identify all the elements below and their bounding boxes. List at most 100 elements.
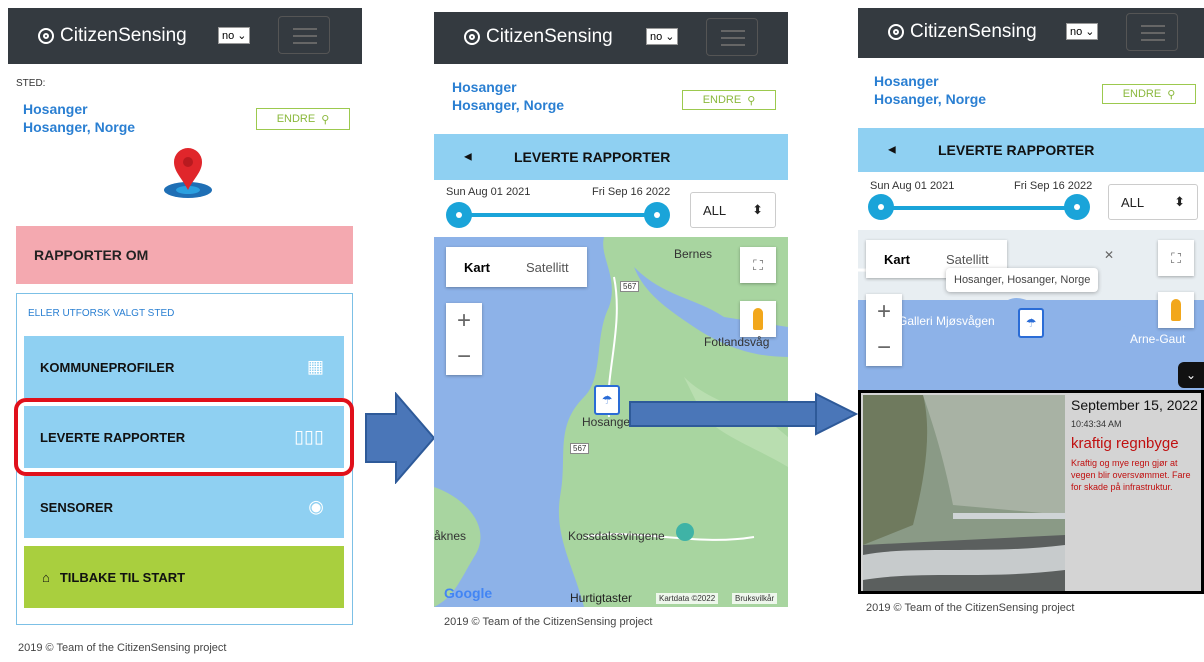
- location-popup: Hosanger, Hosanger, Norge: [946, 268, 1099, 292]
- tab-map[interactable]: Kart: [446, 247, 508, 287]
- date-end-handle[interactable]: [644, 202, 670, 228]
- back-icon[interactable]: ◀: [464, 152, 472, 163]
- pin-icon: ⚲: [747, 94, 756, 107]
- home-icon: ⌂: [42, 569, 50, 585]
- reports-header: ◀ LEVERTE RAPPORTER: [434, 134, 788, 180]
- language-value: no: [222, 29, 235, 42]
- brand-logo[interactable]: CitizenSensing: [38, 25, 187, 47]
- map-data-attribution: Kartdata ©2022: [656, 593, 719, 604]
- road-badge: 567: [570, 443, 590, 454]
- language-value: no: [1070, 25, 1083, 38]
- report-time: 10:43:34 AM: [1071, 419, 1122, 429]
- zoom-out-icon[interactable]: −: [866, 330, 902, 366]
- brand-logo[interactable]: CitizenSensing: [888, 21, 1037, 43]
- screen-report-detail: CitizenSensing no ⌄ Hosanger Hosanger, No…: [858, 8, 1204, 628]
- footer: 2019 © Team of the CitizenSensing projec…: [18, 642, 227, 654]
- pin-icon: ⚲: [321, 113, 330, 126]
- report-map[interactable]: Kart Satellitt Hosanger, Hosanger, Norge…: [858, 230, 1204, 390]
- map-label-fotland: Fotlandsvåg: [704, 335, 770, 349]
- google-logo: Google: [444, 585, 493, 601]
- filter-value: ALL: [703, 202, 727, 218]
- map-type-tabs: Kart Satellitt: [446, 247, 587, 287]
- date-start: Sun Aug 01 2021: [446, 186, 531, 198]
- building-icon: ▦: [306, 356, 324, 377]
- menu-toggle-button[interactable]: [1126, 13, 1178, 51]
- menu-label: KOMMUNEPROFILER: [40, 359, 175, 375]
- date-range-track[interactable]: [882, 206, 1078, 210]
- popup-text: Hosanger, Hosanger, Norge: [954, 274, 1091, 286]
- menu-toggle-button[interactable]: [706, 18, 758, 56]
- filter-select[interactable]: ALL ⬍: [690, 192, 776, 228]
- reports-title: LEVERTE RAPPORTER: [938, 142, 1095, 158]
- zoom-controls: + −: [446, 303, 482, 375]
- place-marker-icon[interactable]: [676, 523, 694, 541]
- date-start-handle[interactable]: [446, 202, 472, 228]
- zoom-in-icon[interactable]: +: [866, 294, 902, 330]
- location-name: Hosanger: [874, 73, 939, 89]
- chevron-down-icon: ⌄: [1085, 26, 1095, 38]
- reports-title: LEVERTE RAPPORTER: [514, 149, 671, 165]
- back-to-start-button[interactable]: ⌂ TILBAKE TIL START: [24, 546, 344, 608]
- language-select[interactable]: no ⌄: [218, 27, 251, 44]
- change-location-button[interactable]: ENDRE ⚲: [256, 108, 350, 130]
- sensors-button[interactable]: SENSORER ◉: [24, 476, 344, 538]
- sort-icon: ⬍: [752, 202, 763, 217]
- menu-toggle-button[interactable]: [278, 16, 330, 54]
- explore-label: ELLER UTFORSK VALGT STED: [28, 308, 175, 319]
- screen-reports-map: CitizenSensing no ⌄ Hosanger Hosanger, No…: [434, 12, 788, 640]
- tab-map[interactable]: Kart: [866, 240, 928, 278]
- location-name: Hosanger: [23, 101, 88, 117]
- filter-value: ALL: [1121, 194, 1145, 210]
- chevron-down-icon: ⌄: [237, 30, 247, 42]
- filter-select[interactable]: ALL ⬍: [1108, 184, 1198, 220]
- screen-location-menu: CitizenSensing no ⌄ STED: Hosanger Hosang…: [8, 8, 362, 662]
- street-view-icon[interactable]: [1158, 292, 1194, 328]
- fullscreen-icon[interactable]: ⛶: [740, 247, 776, 283]
- brand-name: CitizenSensing: [486, 26, 613, 47]
- language-select[interactable]: no ⌄: [1066, 23, 1099, 40]
- sensor-logo-icon: [888, 24, 904, 40]
- location-full: Hosanger, Norge: [452, 97, 565, 113]
- keyboard-shortcuts-link[interactable]: Hurtigtaster: [570, 591, 632, 605]
- footer: 2019 © Team of the CitizenSensing projec…: [866, 602, 1075, 614]
- zoom-in-icon[interactable]: +: [446, 303, 482, 339]
- zoom-out-icon[interactable]: −: [446, 339, 482, 375]
- chevron-down-icon[interactable]: ⌄: [1178, 362, 1204, 388]
- street-view-icon[interactable]: [740, 301, 776, 337]
- location-label: STED:: [16, 78, 46, 89]
- map-label-arne: Arne-Gaut: [1130, 332, 1186, 346]
- date-end-handle[interactable]: [1064, 194, 1090, 220]
- menu-label: SENSORER: [40, 499, 113, 515]
- report-marker-icon[interactable]: ☂: [594, 385, 620, 415]
- report-marker-icon[interactable]: ☂: [1018, 308, 1044, 338]
- report-photo: [863, 395, 1065, 591]
- navbar: CitizenSensing no ⌄: [8, 8, 362, 64]
- location-full: Hosanger, Norge: [23, 119, 136, 135]
- flow-arrow-icon: [629, 392, 858, 436]
- report-about-button[interactable]: RAPPORTER OM: [16, 226, 353, 284]
- tab-satellite[interactable]: Satellitt: [508, 247, 587, 287]
- brand-logo[interactable]: CitizenSensing: [464, 26, 613, 48]
- date-start: Sun Aug 01 2021: [870, 180, 955, 192]
- chevron-down-icon: ⌄: [665, 31, 675, 43]
- date-range-track[interactable]: [458, 213, 658, 217]
- change-location-button[interactable]: ENDRE ⚲: [682, 90, 776, 110]
- close-icon[interactable]: ✕: [1104, 248, 1114, 262]
- back-icon[interactable]: ◀: [888, 145, 896, 156]
- fullscreen-icon[interactable]: ⛶: [1158, 240, 1194, 276]
- report-title: kraftig regnbyge: [1071, 435, 1179, 452]
- date-start-handle[interactable]: [868, 194, 894, 220]
- language-value: no: [650, 30, 663, 43]
- municipality-profiles-button[interactable]: KOMMUNEPROFILER ▦: [24, 336, 344, 398]
- report-card[interactable]: September 15, 2022 10:43:34 AM kraftig r…: [858, 390, 1204, 594]
- location-title: Hosanger Hosanger, Norge: [23, 100, 135, 136]
- terms-link[interactable]: Bruksvilkår: [732, 593, 778, 604]
- location-name: Hosanger: [452, 79, 517, 95]
- endre-label: ENDRE: [702, 94, 742, 106]
- location-title: Hosanger Hosanger, Norge: [874, 72, 986, 108]
- home-label: TILBAKE TIL START: [59, 569, 186, 585]
- change-location-button[interactable]: ENDRE ⚲: [1102, 84, 1196, 104]
- sort-icon: ⬍: [1174, 194, 1185, 209]
- navbar: CitizenSensing no ⌄: [434, 12, 788, 64]
- language-select[interactable]: no ⌄: [646, 28, 679, 45]
